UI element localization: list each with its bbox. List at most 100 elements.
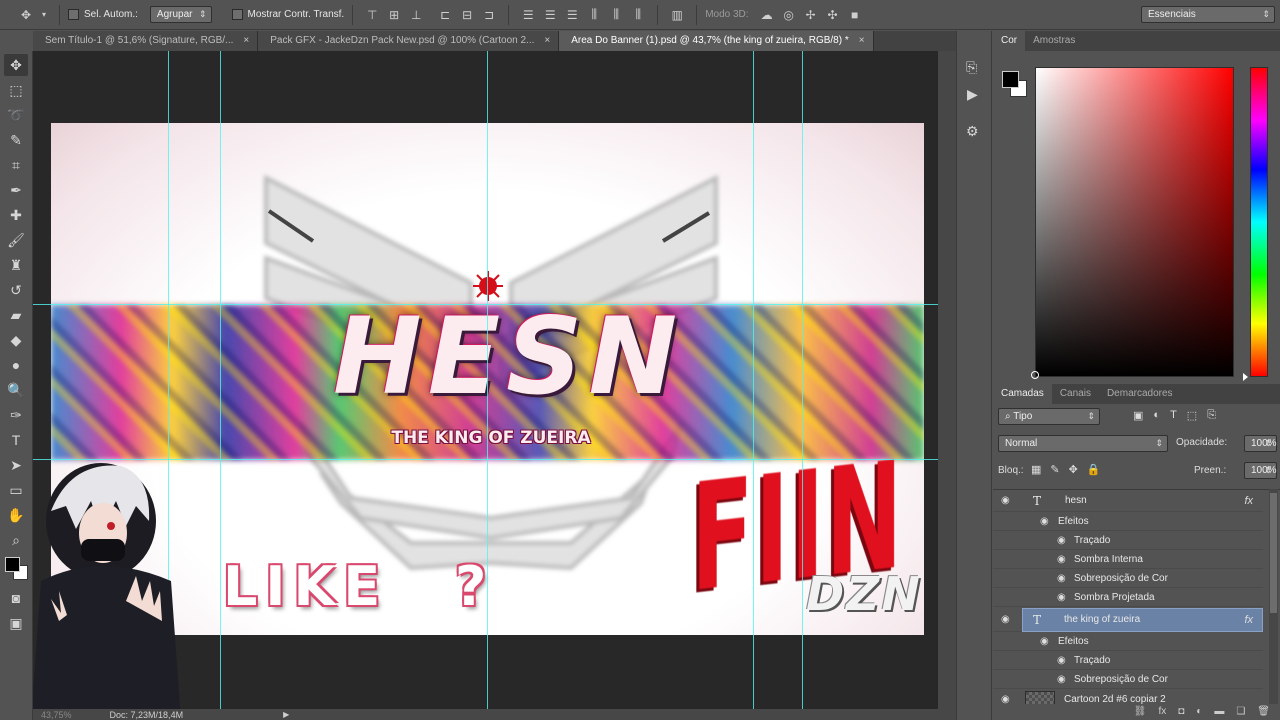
tab-document-2[interactable]: Pack GFX - JackeDzn Pack New.psd @ 100% …: [258, 31, 560, 51]
new-group-icon[interactable]: ▬: [1214, 706, 1224, 720]
tab-document-1[interactable]: Sem Título-1 @ 51,6% (Signature, RGB/...…: [33, 31, 259, 51]
lock-position-icon[interactable]: ✥: [1069, 463, 1078, 476]
rectangle-tool-icon[interactable]: ▭: [4, 479, 28, 501]
adjustment-layer-icon[interactable]: ◐: [1196, 706, 1202, 720]
effect-row-color-overlay[interactable]: ◉ Sobreposição de Cor: [993, 569, 1263, 588]
history-brush-tool-icon[interactable]: ↺: [4, 279, 28, 301]
type-filter-icon[interactable]: T: [1170, 409, 1177, 422]
slide-3d-icon[interactable]: ✣: [825, 8, 841, 22]
scroll-thumb[interactable]: [1270, 493, 1277, 613]
type-tool-icon[interactable]: T: [4, 429, 28, 451]
marquee-tool-icon[interactable]: ⬚: [4, 79, 28, 101]
fx-icon[interactable]: fx: [1244, 495, 1253, 507]
move-tool-preset-icon[interactable]: ✥: [18, 8, 34, 22]
guide-vertical[interactable]: [753, 51, 754, 709]
add-style-icon[interactable]: fx: [1158, 706, 1166, 720]
move-tool-icon[interactable]: ✥: [4, 54, 28, 76]
scale-3d-icon[interactable]: ■: [847, 8, 863, 22]
history-panel-icon[interactable]: ⎘: [966, 59, 977, 76]
layer-row-cartoon[interactable]: ◉ Cartoon 2d #6 copiar 2: [993, 689, 1263, 704]
close-icon[interactable]: ×: [544, 31, 550, 51]
auto-select-checkbox[interactable]: Sel. Autom.:: [68, 9, 138, 20]
layers-scrollbar[interactable]: [1269, 489, 1278, 704]
adjustment-filter-icon[interactable]: ◐: [1153, 409, 1160, 422]
align-left-icon[interactable]: ⊏: [437, 8, 453, 22]
eye-icon[interactable]: ◉: [1057, 554, 1071, 565]
guide-vertical[interactable]: [220, 51, 221, 709]
properties-panel-icon[interactable]: ⚙: [966, 123, 979, 140]
healing-brush-tool-icon[interactable]: ✚: [4, 204, 28, 226]
add-mask-icon[interactable]: ◘: [1178, 706, 1184, 720]
eye-icon[interactable]: ◉: [1001, 614, 1015, 625]
auto-select-dropdown[interactable]: Agrupar: [149, 6, 212, 23]
pen-tool-icon[interactable]: ✑: [4, 404, 28, 426]
quick-select-tool-icon[interactable]: ✎: [4, 129, 28, 151]
layer-row-the-king-of-zueira[interactable]: ◉ T the king of zueira fx: [993, 608, 1263, 632]
workspace-dropdown[interactable]: Essenciais: [1141, 6, 1275, 23]
eye-icon[interactable]: ◉: [1057, 674, 1071, 685]
layer-row-hesn[interactable]: ◉ T hesn fx: [993, 490, 1263, 512]
eraser-tool-icon[interactable]: ▰: [4, 304, 28, 326]
distribute-hcenter-icon[interactable]: ⫼: [608, 7, 624, 22]
tab-channels[interactable]: Canais: [1052, 384, 1099, 404]
link-layers-icon[interactable]: ⛓: [1134, 706, 1147, 720]
distribute-right-icon[interactable]: ⫼: [630, 7, 646, 22]
eye-icon[interactable]: ◉: [1057, 535, 1071, 546]
distribute-vcenter-icon[interactable]: ☰: [542, 8, 558, 22]
canvas-area[interactable]: HESN THE KING OF ZUEIRA LIKE ? FIIN DZN: [33, 51, 938, 709]
close-icon[interactable]: ×: [243, 31, 249, 51]
eye-icon[interactable]: ◉: [1057, 573, 1071, 584]
lasso-tool-icon[interactable]: ➰: [4, 104, 28, 126]
dodge-tool-icon[interactable]: 🔍: [4, 379, 28, 401]
eye-icon[interactable]: ◉: [1057, 655, 1071, 666]
actions-panel-icon[interactable]: ▶: [967, 86, 978, 103]
guide-horizontal[interactable]: [33, 304, 938, 305]
status-menu-icon[interactable]: ▶: [283, 710, 289, 719]
eye-icon[interactable]: ◉: [1057, 592, 1071, 603]
paint-bucket-tool-icon[interactable]: ◆: [4, 329, 28, 351]
effects-row[interactable]: ◉ Efeitos: [993, 632, 1263, 651]
crop-tool-icon[interactable]: ⌗: [4, 154, 28, 176]
opacity-input[interactable]: 100%: [1244, 435, 1277, 452]
delete-layer-icon[interactable]: 🗑: [1257, 706, 1270, 720]
guide-vertical[interactable]: [487, 51, 488, 709]
effect-row-inner-shadow[interactable]: ◉ Sombra Interna: [993, 550, 1263, 569]
brush-tool-icon[interactable]: 🖌: [4, 229, 28, 251]
blur-tool-icon[interactable]: ●: [4, 354, 28, 376]
path-select-tool-icon[interactable]: ➤: [4, 454, 28, 476]
zoom-tool-icon[interactable]: ⌕: [4, 529, 28, 551]
show-transform-checkbox[interactable]: Mostrar Contr. Transf.: [231, 9, 344, 20]
roll-3d-icon[interactable]: ◎: [781, 8, 797, 22]
hand-tool-icon[interactable]: ✋: [4, 504, 28, 526]
auto-align-icon[interactable]: ▥: [669, 8, 685, 22]
align-vcenter-icon[interactable]: ⊞: [386, 8, 402, 22]
fg-bg-colors[interactable]: [3, 555, 31, 583]
fill-input[interactable]: 100%: [1244, 462, 1277, 479]
align-right-icon[interactable]: ⊐: [481, 8, 497, 22]
layer-filter-dropdown[interactable]: ⌕ Tipo: [998, 408, 1100, 425]
smart-object-filter-icon[interactable]: ⎘: [1207, 409, 1216, 422]
foreground-color-swatch[interactable]: [5, 557, 20, 572]
color-panel-fg-swatch[interactable]: [1002, 71, 1019, 88]
lock-transparent-icon[interactable]: ▦: [1031, 463, 1041, 476]
eyedropper-tool-icon[interactable]: ✒: [4, 179, 28, 201]
orbit-3d-icon[interactable]: ☁: [759, 8, 775, 22]
new-layer-icon[interactable]: ❑: [1236, 706, 1245, 720]
effect-row-drop-shadow[interactable]: ◉ Sombra Projetada: [993, 588, 1263, 607]
eye-icon[interactable]: ◉: [1040, 516, 1054, 527]
tab-color[interactable]: Cor: [993, 31, 1026, 51]
effect-row-color-overlay[interactable]: ◉ Sobreposição de Cor: [993, 670, 1263, 689]
shape-filter-icon[interactable]: ⬚: [1187, 409, 1197, 422]
align-bottom-icon[interactable]: ⊥: [408, 8, 424, 22]
align-hcenter-icon[interactable]: ⊟: [459, 8, 475, 22]
tab-document-3[interactable]: Area Do Banner (1).psd @ 43,7% (the king…: [559, 31, 874, 51]
eye-icon[interactable]: ◉: [1040, 636, 1054, 647]
zoom-level[interactable]: 43,75%: [41, 710, 72, 720]
chevron-down-icon[interactable]: ▾: [40, 8, 48, 22]
tab-swatches[interactable]: Amostras: [1025, 31, 1083, 51]
pixel-filter-icon[interactable]: ▣: [1133, 409, 1143, 422]
distribute-left-icon[interactable]: ⫼: [586, 7, 602, 22]
align-top-icon[interactable]: ⊤: [364, 8, 380, 22]
lock-pixels-icon[interactable]: ✎: [1050, 463, 1059, 476]
distribute-top-icon[interactable]: ☰: [520, 8, 536, 22]
